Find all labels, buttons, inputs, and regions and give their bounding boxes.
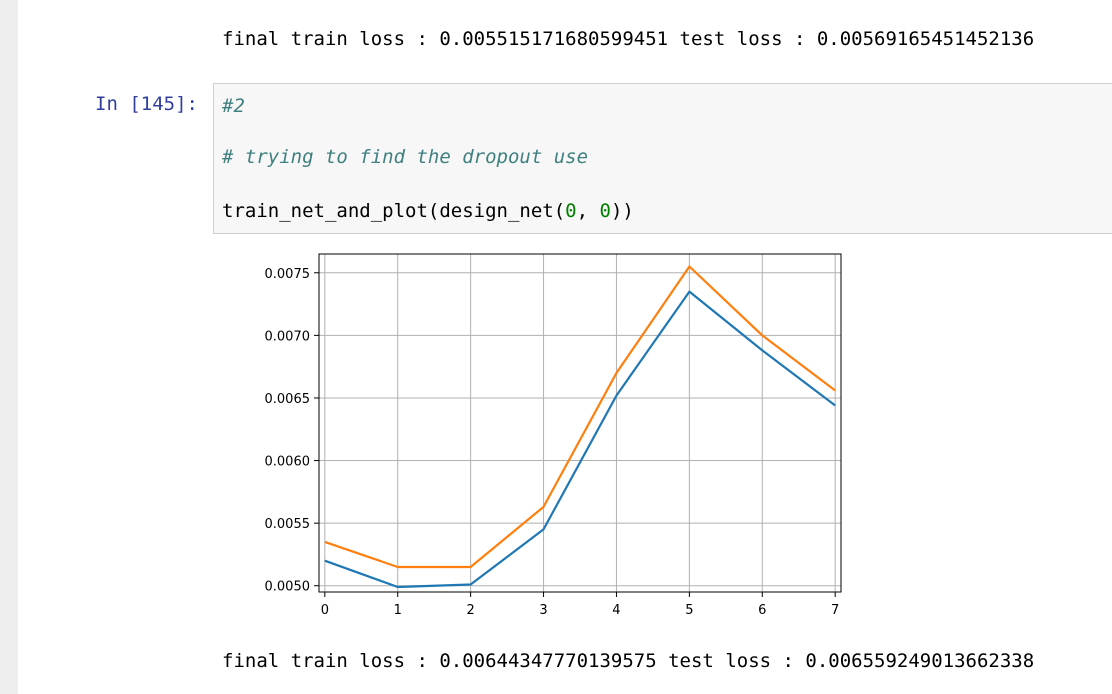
code-line-call: train_net_and_plot(design_net(0, 0)) — [222, 200, 634, 222]
loss-chart-svg: 0 1 2 3 4 5 6 7 0.0050 0.0055 0.0060 0.0065 0.0070 0.… — [265, 253, 842, 618]
x-tick-label: 2 — [467, 603, 475, 618]
x-tick-label: 7 — [831, 603, 839, 618]
y-tick-label: 0.0050 — [265, 580, 311, 595]
x-tick-label: 3 — [539, 603, 547, 618]
x-tick-label: 5 — [685, 603, 693, 618]
code-number-arg-2: 0 — [599, 200, 611, 222]
code-separator: , — [576, 200, 600, 222]
x-tick-label: 4 — [612, 603, 620, 618]
y-tick-label: 0.0075 — [265, 267, 311, 282]
notebook-page: final train loss : 0.005515171680599451 … — [18, 0, 1112, 694]
cell-output-text: final train loss : 0.00644347770139575 t… — [222, 650, 1035, 672]
y-tick-label: 0.0060 — [265, 455, 311, 470]
loss-chart: 0 1 2 3 4 5 6 7 0.0050 0.0055 0.0060 0.0065 0.0070 0.… — [213, 245, 853, 630]
x-tick-label: 0 — [321, 603, 329, 618]
code-number-arg-1: 0 — [565, 200, 577, 222]
code-closing-parens: )) — [610, 200, 634, 222]
cell-prompt: In [145]: — [95, 93, 198, 115]
x-tick-label: 1 — [394, 603, 402, 618]
x-tick-label: 6 — [758, 603, 766, 618]
y-tick-label: 0.0055 — [265, 517, 311, 532]
code-line-comment-2: # trying to find the dropout use — [222, 146, 589, 168]
y-tick-label: 0.0070 — [265, 329, 311, 344]
code-line-comment-1: #2 — [222, 95, 245, 117]
y-tick-label: 0.0065 — [265, 392, 311, 407]
code-cell-input[interactable]: #2 # trying to find the dropout use trai… — [213, 83, 1112, 234]
cell-output-text-previous: final train loss : 0.005515171680599451 … — [222, 28, 1035, 50]
code-function-call: train_net_and_plot(design_net( — [222, 200, 566, 222]
